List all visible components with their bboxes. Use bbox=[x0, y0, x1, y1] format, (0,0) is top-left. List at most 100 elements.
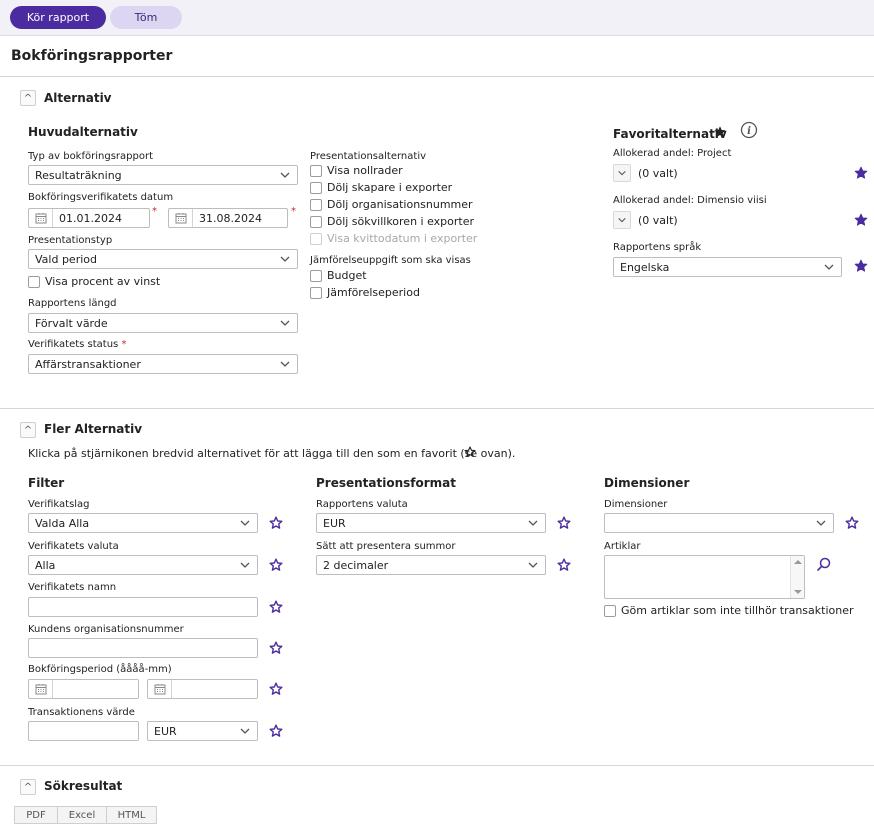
tx-value-input[interactable] bbox=[28, 721, 139, 741]
language-value: Engelska bbox=[620, 260, 670, 274]
export-pdf-button[interactable]: PDF bbox=[14, 806, 58, 824]
dimensions-select[interactable] bbox=[604, 513, 834, 533]
language-select[interactable]: Engelska bbox=[613, 257, 842, 277]
alloc-dim-label: Allokerad andel: Dimensio viisi bbox=[613, 195, 767, 206]
show-zero-rows-checkbox[interactable] bbox=[310, 165, 322, 177]
chevron-down-icon bbox=[239, 517, 251, 529]
filter-title: Filter bbox=[28, 476, 65, 490]
scroll-up-icon[interactable] bbox=[794, 559, 802, 565]
calendar-icon[interactable] bbox=[29, 209, 53, 227]
sum-format-value: 2 decimaler bbox=[323, 558, 389, 572]
sum-format-label: Sätt att presentera summor bbox=[316, 541, 456, 552]
collapse-more-button[interactable]: ^ bbox=[20, 422, 36, 438]
dimensions-title: Dimensioner bbox=[604, 476, 690, 490]
scroll-down-icon[interactable] bbox=[794, 589, 802, 595]
period-from-input[interactable] bbox=[28, 679, 139, 699]
favorite-star-icon[interactable] bbox=[557, 558, 571, 572]
collapse-results-button[interactable]: ^ bbox=[20, 779, 36, 795]
report-currency-value: EUR bbox=[323, 516, 346, 530]
section-title-more: Fler Alternativ bbox=[44, 422, 143, 436]
voucher-name-input[interactable] bbox=[28, 597, 258, 617]
voucher-status-label: Verifikatets status * bbox=[28, 339, 127, 350]
favorite-star-icon[interactable] bbox=[854, 166, 868, 180]
search-icon[interactable] bbox=[816, 557, 831, 572]
favorite-star-icon[interactable] bbox=[854, 259, 868, 273]
favorite-hint: Klicka på stjärnikonen bredvid alternati… bbox=[28, 447, 516, 460]
collapse-alternativ-button[interactable]: ^ bbox=[20, 90, 36, 106]
show-percent-checkbox[interactable] bbox=[28, 276, 40, 288]
voucher-type-select[interactable]: Valda Alla bbox=[28, 513, 258, 533]
favorite-star-icon[interactable] bbox=[557, 516, 571, 530]
chevron-down-icon bbox=[815, 517, 827, 529]
tx-currency-select[interactable]: EUR bbox=[147, 721, 258, 741]
report-length-select[interactable]: Förvalt värde bbox=[28, 313, 298, 333]
show-zero-rows-label: Visa nollrader bbox=[327, 164, 403, 177]
chevron-down-icon bbox=[617, 215, 627, 225]
chevron-down-icon bbox=[279, 169, 291, 181]
period-to-input[interactable] bbox=[147, 679, 258, 699]
favorite-star-icon[interactable] bbox=[845, 516, 859, 530]
calendar-icon[interactable] bbox=[29, 680, 53, 698]
report-length-label: Rapportens längd bbox=[28, 298, 117, 309]
show-receipt-date-checkbox[interactable] bbox=[310, 233, 322, 245]
favorite-star-icon[interactable] bbox=[854, 213, 868, 227]
favorite-star-icon[interactable] bbox=[269, 724, 283, 738]
date-to-value: 31.08.2024 bbox=[199, 211, 262, 225]
budget-checkbox[interactable] bbox=[310, 270, 322, 282]
presentation-type-select[interactable]: Vald period bbox=[28, 249, 298, 269]
voucher-currency-select[interactable]: Alla bbox=[28, 555, 258, 575]
articles-textarea[interactable] bbox=[604, 555, 805, 599]
tx-value-label: Transaktionens värde bbox=[28, 707, 135, 718]
required-marker: * bbox=[291, 206, 296, 217]
chevron-down-icon bbox=[279, 317, 291, 329]
run-report-button[interactable]: Kör rapport bbox=[10, 6, 106, 29]
hide-articles-checkbox[interactable] bbox=[604, 605, 616, 617]
chevron-up-icon: ^ bbox=[23, 92, 33, 104]
voucher-status-select[interactable]: Affärstransaktioner bbox=[28, 354, 298, 374]
favorite-star-icon[interactable] bbox=[269, 558, 283, 572]
section-title-alternativ: Alternativ bbox=[44, 91, 112, 105]
chevron-down-icon bbox=[617, 168, 627, 178]
compare-period-checkbox[interactable] bbox=[310, 287, 322, 299]
favorite-star-icon[interactable] bbox=[269, 682, 283, 696]
alloc-project-expand-button[interactable] bbox=[613, 164, 631, 182]
hide-creator-checkbox[interactable] bbox=[310, 182, 322, 194]
voucher-status-value: Affärstransaktioner bbox=[35, 357, 141, 371]
svg-text:i: i bbox=[747, 126, 751, 137]
report-currency-select[interactable]: EUR bbox=[316, 513, 546, 533]
favorite-star-icon[interactable] bbox=[269, 516, 283, 530]
export-html-button[interactable]: HTML bbox=[106, 806, 157, 824]
divider bbox=[0, 408, 874, 409]
report-type-select[interactable]: Resultaträkning bbox=[28, 165, 298, 185]
sum-format-select[interactable]: 2 decimaler bbox=[316, 555, 546, 575]
show-receipt-date-label: Visa kvittodatum i exporter bbox=[327, 232, 478, 245]
presentation-type-label: Presentationstyp bbox=[28, 235, 113, 246]
customer-org-input[interactable] bbox=[28, 638, 258, 658]
voucher-currency-value: Alla bbox=[35, 558, 56, 572]
show-percent-label: Visa procent av vinst bbox=[45, 275, 161, 288]
favorite-star-icon[interactable] bbox=[269, 600, 283, 614]
alloc-project-label: Allokerad andel: Project bbox=[613, 148, 732, 159]
report-length-value: Förvalt värde bbox=[35, 316, 108, 330]
chevron-down-icon bbox=[239, 725, 251, 737]
chevron-up-icon: ^ bbox=[23, 424, 33, 436]
alloc-dim-expand-button[interactable] bbox=[613, 211, 631, 229]
info-icon[interactable]: i bbox=[740, 121, 758, 139]
compare-period-label: Jämförelseperiod bbox=[327, 286, 420, 299]
export-excel-button[interactable]: Excel bbox=[57, 806, 107, 824]
date-to-input[interactable]: 31.08.2024 bbox=[168, 208, 288, 228]
required-marker: * bbox=[152, 206, 157, 217]
voucher-name-label: Verifikatets namn bbox=[28, 582, 117, 593]
calendar-icon[interactable] bbox=[148, 680, 172, 698]
hide-search-terms-checkbox[interactable] bbox=[310, 216, 322, 228]
hide-org-number-checkbox[interactable] bbox=[310, 199, 322, 211]
calendar-icon[interactable] bbox=[169, 209, 193, 227]
favorite-star-icon[interactable] bbox=[269, 641, 283, 655]
clear-button[interactable]: Töm bbox=[110, 6, 182, 29]
chevron-down-icon bbox=[279, 358, 291, 370]
page-title: Bokföringsrapporter bbox=[11, 48, 173, 64]
voucher-currency-label: Verifikatets valuta bbox=[28, 541, 119, 552]
scrollbar[interactable] bbox=[790, 556, 804, 598]
date-from-input[interactable]: 01.01.2024 bbox=[28, 208, 150, 228]
chevron-down-icon bbox=[279, 253, 291, 265]
